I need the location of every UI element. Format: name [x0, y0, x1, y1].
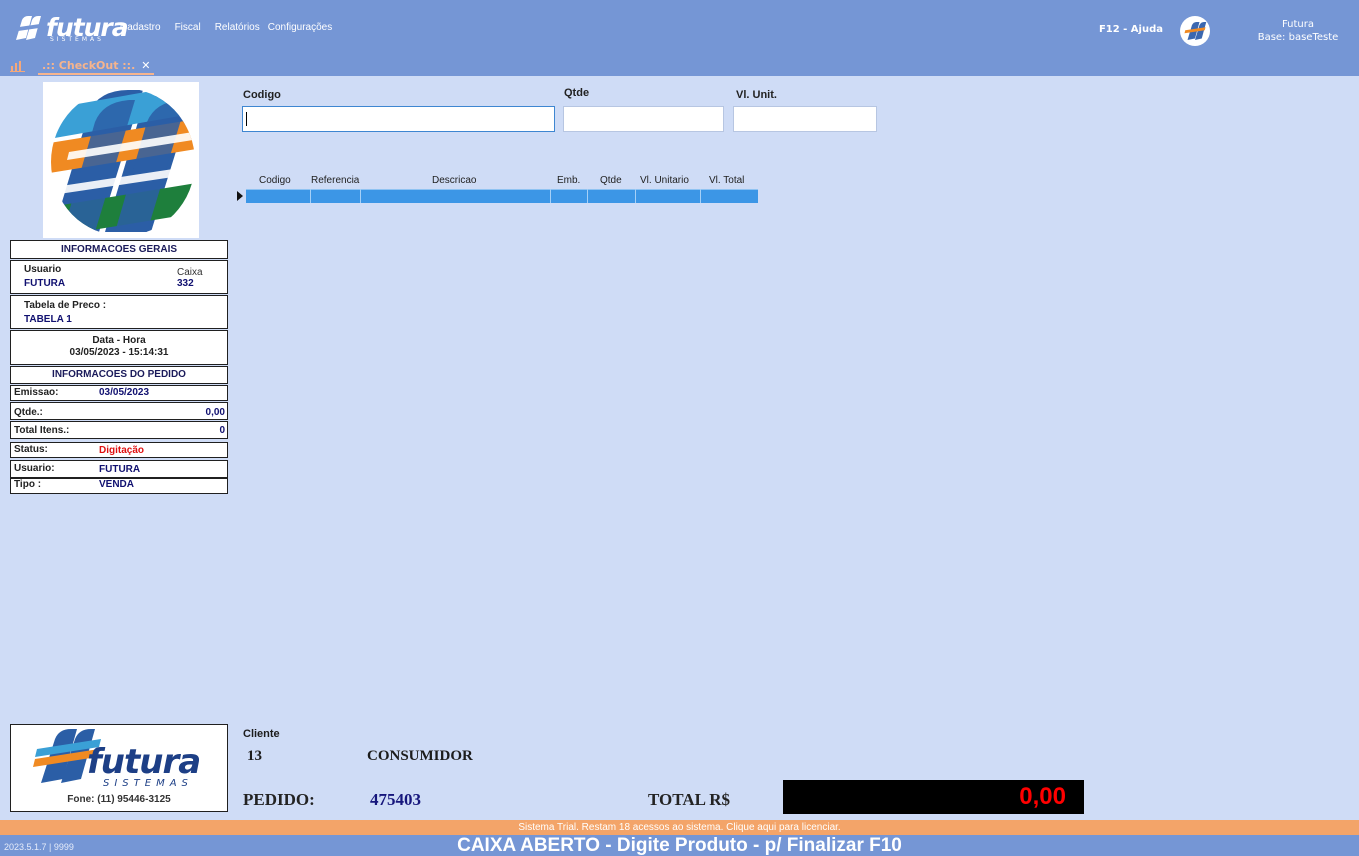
menu-relatorios[interactable]: Relatórios [215, 22, 260, 33]
total-display: 0,00 [783, 780, 1084, 814]
grid-divider [310, 189, 311, 203]
user-info: Futura Base: baseTeste [1248, 18, 1348, 44]
qtde-input[interactable] [563, 106, 724, 132]
grid-divider [550, 189, 551, 203]
user-base: Base: baseTeste [1257, 32, 1339, 43]
tipo-row: Tipo : VENDA [10, 478, 228, 494]
vlunit-label: Vl. Unit. [736, 89, 777, 101]
col-vl-total[interactable]: Vl. Total [709, 175, 744, 189]
menu-cadastro[interactable]: Cadastro [120, 22, 161, 33]
datahora-value: 03/05/2023 - 15:14:31 [69, 347, 169, 358]
qtde-row: Qtde.: 0,00 [10, 402, 228, 420]
usuario-label: Usuario [24, 264, 62, 275]
main-menu: Cadastro Fiscal Relatórios Configurações [120, 22, 332, 33]
tab-checkout[interactable]: .:: CheckOut ::. ✕ [38, 58, 155, 75]
codigo-input[interactable] [242, 106, 555, 132]
text-caret [246, 112, 247, 126]
grid-divider [360, 189, 361, 203]
col-referencia[interactable]: Referencia [311, 175, 359, 189]
emissao-value: 03/05/2023 [99, 387, 150, 398]
tipo-label: Tipo : [14, 479, 42, 490]
menu-configuracoes[interactable]: Configurações [268, 22, 332, 33]
total-itens-value: 0 [219, 425, 225, 436]
grid-divider [635, 189, 636, 203]
usuario-pedido-row: Usuario: FUTURA [10, 460, 228, 478]
total-itens-label: Total Itens.: [14, 425, 70, 436]
user-name: Futura [1281, 19, 1315, 30]
caixa-value: 332 [177, 278, 194, 289]
qtde-field-label: Qtde [564, 87, 590, 99]
futura-emblem-icon [51, 88, 195, 236]
help-button[interactable]: F12 - Ajuda [1099, 24, 1163, 35]
pedido-number: 475403 [370, 790, 421, 809]
status-label: Status: [14, 444, 48, 455]
col-vl-unitario[interactable]: Vl. Unitario [640, 175, 689, 189]
total-itens-row: Total Itens.: 0 [10, 421, 228, 439]
tipo-value: VENDA [99, 479, 135, 490]
emissao-label: Emissao: [14, 387, 59, 398]
col-descricao[interactable]: Descricao [432, 175, 476, 189]
dashboard-icon[interactable] [10, 60, 26, 75]
trial-license-banner[interactable]: Sistema Trial. Restam 18 acessos ao sist… [0, 820, 1359, 835]
qtde-label: Qtde.: [14, 407, 43, 418]
tabela-value: TABELA 1 [24, 314, 72, 325]
tabela-label: Tabela de Preco : [24, 300, 107, 311]
pedido-label: PEDIDO: [243, 790, 315, 809]
phone-number: Fone: (11) 95446-3125 [67, 794, 171, 805]
futura-logo[interactable]: futura SISTEMAS [10, 13, 129, 43]
info-usuario-box: Usuario FUTURA Caixa 332 [10, 260, 228, 294]
svg-text:futura: futura [87, 742, 200, 782]
emissao-row: Emissao: 03/05/2023 [10, 385, 228, 401]
qtde-value: 0,00 [205, 407, 225, 418]
company-logo [43, 82, 199, 238]
close-icon[interactable]: ✕ [141, 59, 150, 72]
grid-divider [587, 189, 588, 203]
top-bar: futura SISTEMAS Cadastro Fiscal Relatóri… [0, 0, 1359, 56]
total-label: TOTAL R$ [648, 790, 731, 809]
datahora-label: Data - Hora [92, 335, 146, 346]
grid-divider [700, 189, 701, 203]
cliente-nome: CONSUMIDOR [367, 748, 473, 764]
futura-logo-icon [11, 16, 41, 40]
brand-subtitle: SISTEMAS [50, 36, 104, 43]
svg-text:SISTEMAS: SISTEMAS [103, 778, 193, 789]
user-avatar[interactable] [1180, 16, 1210, 46]
tab-checkout-label: .:: CheckOut ::. [42, 59, 136, 72]
info-pedido-header: INFORMACOES DO PEDIDO [10, 366, 228, 384]
datahora-box: Data - Hora 03/05/2023 - 15:14:31 [10, 330, 228, 365]
menu-fiscal[interactable]: Fiscal [175, 22, 201, 33]
status-row: Status: Digitação [10, 442, 228, 458]
status-bar: CAIXA ABERTO - Digite Produto - p/ Final… [0, 835, 1359, 856]
futura-avatar-icon [1184, 22, 1207, 40]
cliente-label: Cliente [243, 728, 280, 740]
row-pointer-icon [237, 191, 243, 201]
tabela-preco-box: Tabela de Preco : TABELA 1 [10, 295, 228, 329]
col-qtde[interactable]: Qtde [600, 175, 622, 189]
info-gerais-header: INFORMACOES GERAIS [10, 240, 228, 259]
usuario-pedido-label: Usuario: [14, 463, 55, 474]
version-label: 2023.5.1.7 | 9999 [4, 842, 74, 852]
futura-sistemas-logo-icon: futura SISTEMAS [33, 729, 201, 789]
usuario-pedido-value: FUTURA [99, 464, 141, 475]
status-message: CAIXA ABERTO - Digite Produto - p/ Final… [457, 835, 902, 856]
tab-bar: .:: CheckOut ::. ✕ [0, 56, 1359, 76]
brand-text: futura [46, 13, 129, 42]
total-value: 0,00 [1019, 783, 1066, 810]
table-row[interactable] [246, 189, 758, 203]
footer-logo-box: futura SISTEMAS Fone: (11) 95446-3125 [10, 724, 228, 812]
codigo-label: Codigo [243, 89, 281, 101]
cliente-codigo: 13 [247, 748, 262, 764]
col-codigo[interactable]: Codigo [259, 175, 291, 189]
col-emb[interactable]: Emb. [557, 175, 580, 189]
usuario-value: FUTURA [24, 278, 66, 289]
status-value: Digitação [99, 445, 145, 456]
vlunit-input[interactable] [733, 106, 877, 132]
caixa-label: Caixa [177, 267, 203, 278]
